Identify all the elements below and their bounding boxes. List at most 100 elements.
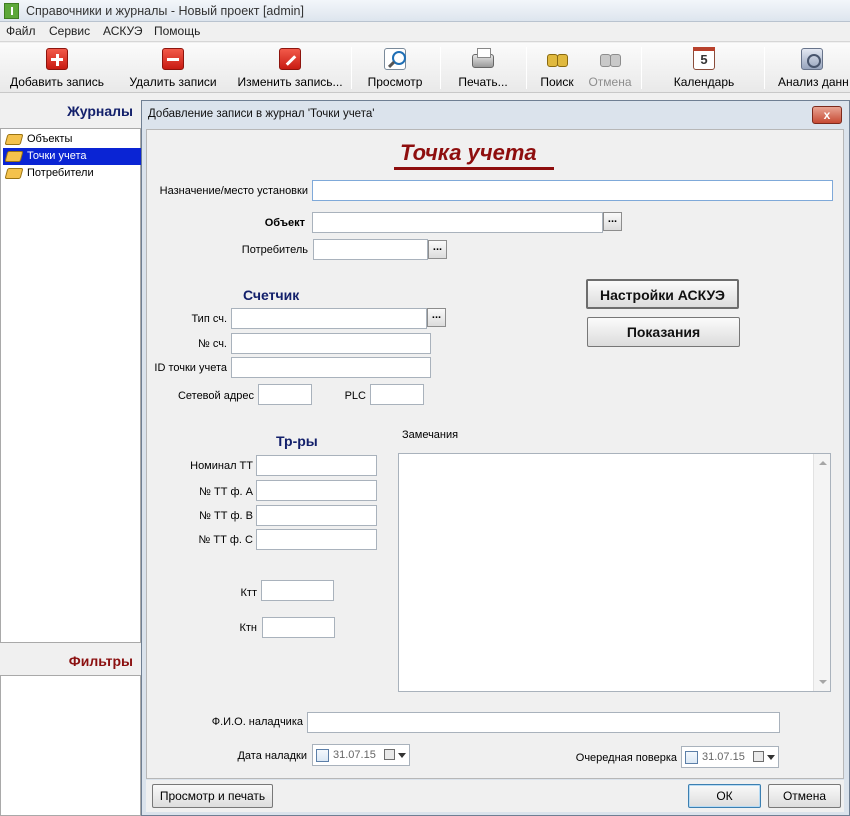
app-icon xyxy=(4,3,19,19)
toolbar-separator xyxy=(440,47,441,89)
purpose-input[interactable] xyxy=(312,180,833,201)
toolbar: Добавить запись Удалить записи Изменить … xyxy=(0,43,850,93)
ct-phase-c-label: № ТТ ф. С xyxy=(198,534,253,546)
next-check-label: Очередная поверка xyxy=(575,752,677,764)
folder-icon xyxy=(4,168,24,179)
transformers-section-title: Тр-ры xyxy=(276,433,318,449)
meter-number-label: № сч. xyxy=(197,338,227,350)
view-label: Просмотр xyxy=(367,75,423,89)
preview-print-button[interactable]: Просмотр и печать xyxy=(152,784,273,808)
askue-settings-button[interactable]: Настройки АСКУЭ xyxy=(586,279,739,309)
ktt-input[interactable] xyxy=(261,580,334,601)
edit-record-label: Изменить запись... xyxy=(237,75,343,89)
binoculars-disabled-icon xyxy=(599,48,621,70)
meter-number-input[interactable] xyxy=(231,333,431,354)
calendar-button[interactable]: Календарь xyxy=(664,46,744,90)
ct-phase-c-input[interactable] xyxy=(256,529,377,550)
filters-header: Фильтры xyxy=(0,644,141,674)
point-id-label: ID точки учета xyxy=(154,362,227,374)
menu-askue[interactable]: АСКУЭ xyxy=(103,24,143,38)
calendar-icon xyxy=(384,749,395,760)
analysis-button[interactable]: Анализ данн xyxy=(774,46,850,90)
object-label: Объект xyxy=(264,217,305,229)
ct-nominal-input[interactable] xyxy=(256,455,377,476)
preview-icon xyxy=(384,48,406,70)
edit-record-button[interactable]: Изменить запись... xyxy=(233,46,347,90)
consumer-browse-button[interactable]: ... xyxy=(428,240,447,259)
print-label: Печать... xyxy=(458,75,508,89)
tree-item-consumers[interactable]: Потребители xyxy=(3,165,142,182)
plc-input[interactable] xyxy=(370,384,424,405)
next-check-date-picker[interactable]: 31.07.15 xyxy=(681,746,779,768)
setup-date-picker[interactable]: 31.07.15 xyxy=(312,744,410,766)
print-button[interactable]: Печать... xyxy=(450,46,516,90)
close-icon: x xyxy=(823,108,831,122)
network-address-input[interactable] xyxy=(258,384,312,405)
ok-button[interactable]: ОК xyxy=(688,784,761,808)
tree-item-metering-points[interactable]: Точки учета xyxy=(3,148,142,165)
printer-icon xyxy=(472,48,494,68)
remarks-textarea[interactable] xyxy=(398,453,831,692)
menu-help[interactable]: Помощь xyxy=(154,24,200,38)
journals-header: Журналы xyxy=(0,94,141,127)
readings-button[interactable]: Показания xyxy=(587,317,740,347)
delete-icon xyxy=(162,48,184,70)
scroll-up-icon[interactable] xyxy=(819,461,827,465)
folder-icon xyxy=(4,151,24,162)
remarks-label: Замечания xyxy=(402,429,459,441)
cancel-search-button[interactable]: Отмена xyxy=(585,46,635,90)
ct-phase-a-label: № ТТ ф. А xyxy=(199,486,253,498)
journals-tree[interactable]: Объекты Точки учета Потребители xyxy=(0,128,142,643)
ct-phase-b-input[interactable] xyxy=(256,505,377,526)
view-button[interactable]: Просмотр xyxy=(360,46,430,90)
meter-section-title: Счетчик xyxy=(243,287,300,303)
chevron-down-icon xyxy=(767,755,775,760)
ktn-label: Ктн xyxy=(239,622,257,634)
dialog-title: Добавление записи в журнал 'Точки учета' xyxy=(148,108,375,120)
tree-item-label: Объекты xyxy=(27,133,73,145)
add-record-button[interactable]: Добавить запись xyxy=(4,46,110,90)
calendar-icon xyxy=(693,47,715,70)
next-check-checkbox[interactable] xyxy=(685,751,698,764)
cancel-search-label: Отмена xyxy=(588,75,632,89)
setup-date-value: 31.07.15 xyxy=(333,749,376,761)
toolbar-separator xyxy=(764,47,765,89)
setup-date-dropdown[interactable] xyxy=(383,747,407,763)
ct-nominal-label: Номинал ТТ xyxy=(190,460,253,472)
window-title-bar: Справочники и журналы - Новый проект [ad… xyxy=(0,0,850,22)
journals-title: Журналы xyxy=(67,103,133,119)
ktn-input[interactable] xyxy=(262,617,335,638)
calendar-label: Календарь xyxy=(673,75,735,89)
meter-type-browse-button[interactable]: ... xyxy=(427,308,446,327)
meter-type-input[interactable] xyxy=(231,308,427,329)
analysis-icon xyxy=(801,48,823,70)
object-browse-button[interactable]: ... xyxy=(603,212,622,231)
filters-panel[interactable] xyxy=(0,675,141,816)
filters-title: Фильтры xyxy=(68,653,133,669)
calendar-icon xyxy=(753,751,764,762)
ct-phase-a-input[interactable] xyxy=(256,480,377,501)
menu-file[interactable]: Файл xyxy=(6,24,36,38)
next-check-dropdown[interactable] xyxy=(752,749,776,765)
setup-date-label: Дата наладки xyxy=(237,750,307,762)
technician-input[interactable] xyxy=(307,712,780,733)
dialog-close-button[interactable]: x xyxy=(812,106,842,124)
consumer-input[interactable] xyxy=(313,239,428,260)
scroll-down-icon[interactable] xyxy=(819,680,827,684)
ct-phase-b-label: № ТТ ф. В xyxy=(199,510,253,522)
point-id-input[interactable] xyxy=(231,357,431,378)
edit-icon xyxy=(279,48,301,70)
purpose-label: Назначение/место установки xyxy=(159,185,308,197)
menu-service[interactable]: Сервис xyxy=(49,24,90,38)
delete-records-button[interactable]: Удалить записи xyxy=(124,46,222,90)
next-check-value: 31.07.15 xyxy=(702,751,745,763)
ktt-label: Ктт xyxy=(240,587,257,599)
cancel-button[interactable]: Отмена xyxy=(768,784,841,808)
remarks-scrollbar[interactable] xyxy=(813,454,830,691)
binoculars-icon xyxy=(546,48,568,70)
tree-item-objects[interactable]: Объекты xyxy=(3,131,142,148)
search-button[interactable]: Поиск xyxy=(535,46,579,90)
object-input[interactable] xyxy=(312,212,603,233)
setup-date-checkbox[interactable] xyxy=(316,749,329,762)
meter-type-label: Тип сч. xyxy=(191,313,227,325)
